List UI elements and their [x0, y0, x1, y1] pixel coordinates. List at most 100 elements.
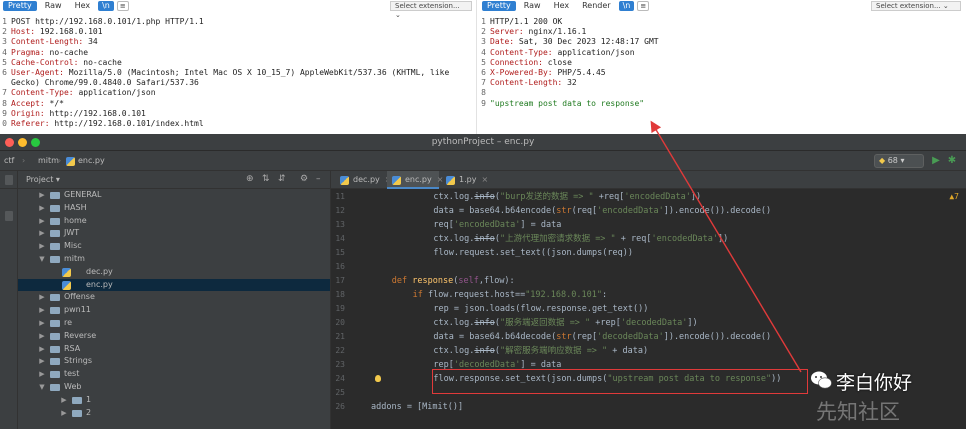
tree-item-misc[interactable]: ▶ Misc	[18, 240, 330, 253]
code-line[interactable]: 14 ctx.log.info("上游代理加密请求数据 => " + req['e…	[331, 232, 966, 246]
tree-item-web[interactable]: ▼ Web	[18, 381, 330, 394]
menu-icon[interactable]: ≡	[637, 1, 650, 11]
tree-item-re[interactable]: ▶ re	[18, 317, 330, 330]
wechat-icon	[811, 371, 832, 389]
collapse-all-icon[interactable]: ⇵	[278, 174, 286, 184]
code-token: self	[458, 276, 479, 286]
code-line[interactable]: 15 flow.request.set_text((json.dumps(req)…	[331, 246, 966, 260]
tab-raw[interactable]: Raw	[40, 1, 67, 11]
code-line[interactable]: 21 data = base64.b64decode(str(rep['decod…	[331, 330, 966, 344]
newline-toggle-button[interactable]: \n	[98, 1, 114, 11]
tree-item-rsa[interactable]: ▶ RSA	[18, 343, 330, 356]
line-number: 2	[481, 27, 486, 37]
tree-item-pwn11[interactable]: ▶ pwn11	[18, 304, 330, 317]
breadcrumb-ctf[interactable]: ctf	[4, 156, 14, 165]
breadcrumb-enc-py[interactable]: enc.py	[78, 156, 105, 165]
chevron-down-icon[interactable]: ▼	[38, 253, 46, 266]
chevron-right-icon[interactable]: ▶	[38, 368, 46, 381]
run-config-select[interactable]: ◆ 68 ▾	[874, 154, 924, 168]
chevron-right-icon[interactable]: ▶	[38, 202, 46, 215]
tree-item-1[interactable]: ▶ 1	[18, 394, 330, 407]
code-token: "服务端返回数据 => "	[499, 318, 591, 328]
tab-dec-py[interactable]: dec.py×	[335, 171, 391, 189]
chevron-right-icon[interactable]: ▶	[38, 189, 46, 202]
hide-panel-icon[interactable]: –	[316, 174, 321, 184]
chevron-right-icon[interactable]: ▶	[38, 227, 46, 240]
gear-icon[interactable]: ⚙	[300, 174, 308, 184]
extension-select[interactable]: Select extension... ⌄	[871, 1, 961, 11]
project-view-select[interactable]: Project ▾	[26, 175, 60, 184]
tree-item-enc-py[interactable]: enc.py	[18, 278, 330, 292]
tab-enc-py[interactable]: enc.py ×	[387, 171, 443, 189]
expand-all-icon[interactable]: ⇅	[262, 174, 270, 184]
http-line: 1 POST http://192.168.0.101/1.php HTTP/1.…	[0, 17, 476, 27]
code-line[interactable]: 13 req['encodedData'] = data	[331, 218, 966, 232]
chevron-right-icon[interactable]: ▶	[38, 355, 46, 368]
folder-icon	[50, 332, 60, 340]
locate-icon[interactable]: ⊕	[246, 174, 254, 184]
code-line[interactable]: 22 ctx.log.info("解密服务端响应数据 => " + data)	[331, 344, 966, 358]
chevron-right-icon[interactable]: ▶	[38, 240, 46, 253]
code-line[interactable]: 18 if flow.request.host=="192.168.0.101":	[331, 288, 966, 302]
code-line[interactable]: 12 data = base64.b64encode(str(req['encod…	[331, 204, 966, 218]
tree-item-home[interactable]: ▶ home	[18, 215, 330, 228]
chevron-down-icon[interactable]: ▼	[38, 381, 46, 394]
code-line[interactable]: 20 ctx.log.info("服务端返回数据 => " +rep['decod…	[331, 316, 966, 330]
structure-tool-icon[interactable]	[5, 211, 13, 221]
tab-render[interactable]: Render	[577, 1, 615, 11]
header-name: Referer:	[11, 119, 50, 129]
tree-item-offense[interactable]: ▶ Offense	[18, 291, 330, 304]
tab-raw[interactable]: Raw	[519, 1, 546, 11]
chevron-right-icon[interactable]: ▶	[38, 215, 46, 228]
chevron-right-icon[interactable]: ▶	[60, 407, 68, 420]
http-line: 9 Origin: http://192.168.0.101	[0, 109, 476, 119]
lightbulb-icon[interactable]	[375, 375, 381, 382]
menu-icon[interactable]: ≡	[116, 1, 129, 11]
line-number: 9	[2, 108, 7, 118]
code-token: 'decodedData'	[597, 332, 664, 342]
tree-item-label: mitm	[64, 253, 85, 263]
run-icon[interactable]: ▶	[930, 155, 942, 167]
tab-pretty[interactable]: Pretty	[482, 1, 516, 11]
tab-1-py[interactable]: 1.py ×	[441, 171, 488, 189]
tree-item-hash[interactable]: ▶ HASH	[18, 202, 330, 215]
code-line[interactable]: 17 def response(self,flow):	[331, 274, 966, 288]
tree-item-jwt[interactable]: ▶ JWT	[18, 227, 330, 240]
chevron-right-icon[interactable]: ▶	[38, 330, 46, 343]
folder-icon	[72, 396, 82, 404]
response-body[interactable]: 1 HTTP/1.1 200 OK 2 Server: nginx/1.16.1 3 Da…	[479, 12, 966, 109]
http-line: 4 Pragma: no-cache	[0, 48, 476, 58]
tree-item-general[interactable]: ▶ GENERAL	[18, 189, 330, 202]
debug-icon[interactable]: ✱	[946, 155, 958, 167]
tree-item-test[interactable]: ▶ test	[18, 368, 330, 381]
close-icon[interactable]: ×	[481, 175, 488, 184]
header-value: "upstream post data to response"	[490, 98, 645, 108]
code-token: ctx.log.	[433, 234, 475, 244]
chevron-right-icon[interactable]: ▶	[38, 291, 46, 304]
line-number: 12	[335, 206, 345, 215]
code-token: 'decodedData'	[620, 318, 688, 328]
chevron-right-icon[interactable]: ▶	[38, 304, 46, 317]
tab-pretty[interactable]: Pretty	[3, 1, 37, 11]
tree-item-2[interactable]: ▶ 2	[18, 407, 330, 420]
folder-icon	[50, 307, 60, 315]
run-config-label: 68	[887, 156, 898, 165]
tree-item-mitm[interactable]: ▼ mitm	[18, 253, 330, 266]
tab-hex[interactable]: Hex	[549, 1, 575, 11]
extension-select[interactable]: Select extension... ⌄	[390, 1, 472, 19]
chevron-right-icon[interactable]: ▶	[38, 317, 46, 330]
chevron-right-icon[interactable]: ▶	[38, 343, 46, 356]
tree-item-strings[interactable]: ▶ Strings	[18, 355, 330, 368]
code-line[interactable]: 11 ctx.log.info("burp发送的数据 => " +req['enc…	[331, 190, 966, 204]
header-name: User-Agent:	[11, 68, 64, 78]
tab-hex[interactable]: Hex	[70, 1, 96, 11]
tree-item-dec-py[interactable]: dec.py	[18, 266, 330, 279]
request-body[interactable]: 1 POST http://192.168.0.101/1.php HTTP/1.…	[0, 12, 476, 129]
breadcrumb-mitm[interactable]: mitm	[38, 156, 59, 165]
code-token: "解密服务端响应数据 => "	[499, 346, 608, 356]
tree-item-reverse[interactable]: ▶ Reverse	[18, 330, 330, 343]
newline-toggle-button[interactable]: \n	[618, 1, 635, 11]
code-line[interactable]: 16	[331, 260, 966, 274]
code-line[interactable]: 19 rep = json.loads(flow.response.get_tex…	[331, 302, 966, 316]
chevron-right-icon[interactable]: ▶	[60, 394, 68, 407]
